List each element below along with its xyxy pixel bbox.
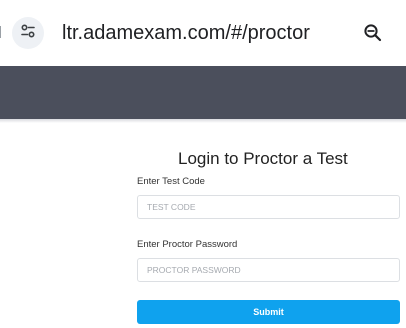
site-info-button[interactable] (12, 17, 44, 49)
proctor-login-form: Login to Proctor a Test Enter Test Code … (0, 123, 406, 328)
site-header-bar (0, 66, 406, 119)
submit-button[interactable]: Submit (137, 300, 400, 324)
tab-edge-divider (0, 26, 4, 38)
page-title: Login to Proctor a Test (178, 149, 348, 168)
test-code-label: Enter Test Code (137, 176, 205, 187)
zoom-out-icon[interactable] (360, 20, 386, 46)
proctor-password-label: Enter Proctor Password (137, 239, 238, 250)
browser-address-bar: ltr.adamexam.com/#/proctor (0, 0, 406, 66)
test-code-input[interactable] (137, 195, 400, 219)
proctor-password-input[interactable] (137, 258, 400, 282)
tune-icon (20, 23, 36, 44)
url-text[interactable]: ltr.adamexam.com/#/proctor (62, 16, 310, 50)
